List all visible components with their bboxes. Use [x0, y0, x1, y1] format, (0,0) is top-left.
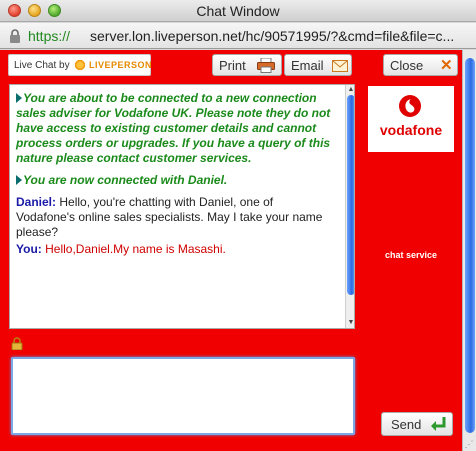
envelope-icon [332, 60, 348, 72]
send-button[interactable]: Send [381, 412, 453, 436]
agent-name: Daniel: [16, 195, 57, 209]
vodafone-wordmark: vodafone [379, 122, 443, 138]
scroll-down-arrow-icon[interactable]: ▼ [346, 318, 354, 328]
send-arrow-icon [431, 417, 446, 431]
chat-toolbar: Live Chat by LIVEPERSON Print Email Clos… [8, 54, 458, 76]
print-button[interactable]: Print [212, 54, 282, 76]
chat-transcript[interactable]: You are about to be connected to a new c… [9, 84, 355, 329]
resize-grip-icon[interactable]: ⋰ [463, 438, 475, 450]
close-label: Close [390, 58, 424, 73]
visitor-message: You: Hello,Daniel.My name is Masashi. [16, 242, 334, 257]
printer-icon [257, 58, 275, 73]
address-bar[interactable]: https:// server.lon.liveperson.net/hc/90… [0, 23, 476, 49]
brand-name: LIVEPERSON [89, 60, 153, 70]
send-label: Send [391, 417, 422, 432]
lock-icon [10, 29, 20, 43]
close-icon: ✕ [440, 57, 453, 74]
email-button[interactable]: Email [284, 54, 352, 76]
url-text: server.lon.liveperson.net/hc/90571995/?&… [90, 28, 455, 44]
email-label: Email [291, 58, 324, 73]
title-bar: Chat Window [0, 0, 476, 22]
window-title: Chat Window [196, 3, 280, 19]
message-input[interactable] [11, 357, 355, 435]
system-message: You are about to be connected to a new c… [16, 91, 331, 165]
vodafone-logo: vodafone [368, 86, 454, 152]
chat-service-label: chat service [384, 250, 438, 260]
arrow-right-icon [16, 93, 22, 103]
brand-label: Live Chat by [14, 60, 70, 71]
window-scrollbar-thumb[interactable] [465, 58, 475, 433]
transcript-scrollbar-thumb[interactable] [347, 95, 354, 295]
vodafone-logo-icon [399, 95, 421, 117]
url-scheme: https:// [28, 28, 71, 44]
padlock-icon [11, 337, 23, 350]
scroll-up-arrow-icon[interactable]: ▲ [346, 85, 354, 95]
liveperson-brand[interactable]: Live Chat by LIVEPERSON [8, 54, 153, 76]
transcript-scrollbar[interactable]: ▲ ▼ [345, 85, 354, 328]
print-label: Print [219, 58, 246, 73]
visitor-message-text: Hello,Daniel.My name is Masashi. [45, 242, 226, 256]
visitor-name: You: [16, 242, 42, 256]
close-chat-button[interactable]: Close ✕ [383, 54, 458, 76]
system-message: You are now connected with Daniel. [16, 173, 334, 188]
agent-message: Daniel: Hello, you're chatting with Dani… [16, 195, 334, 240]
arrow-right-icon [16, 175, 22, 185]
window-scrollbar[interactable]: ⋰ [462, 50, 476, 451]
agent-message-text: Hello, you're chatting with Daniel, one … [16, 195, 323, 239]
liveperson-sun-icon [74, 59, 86, 71]
